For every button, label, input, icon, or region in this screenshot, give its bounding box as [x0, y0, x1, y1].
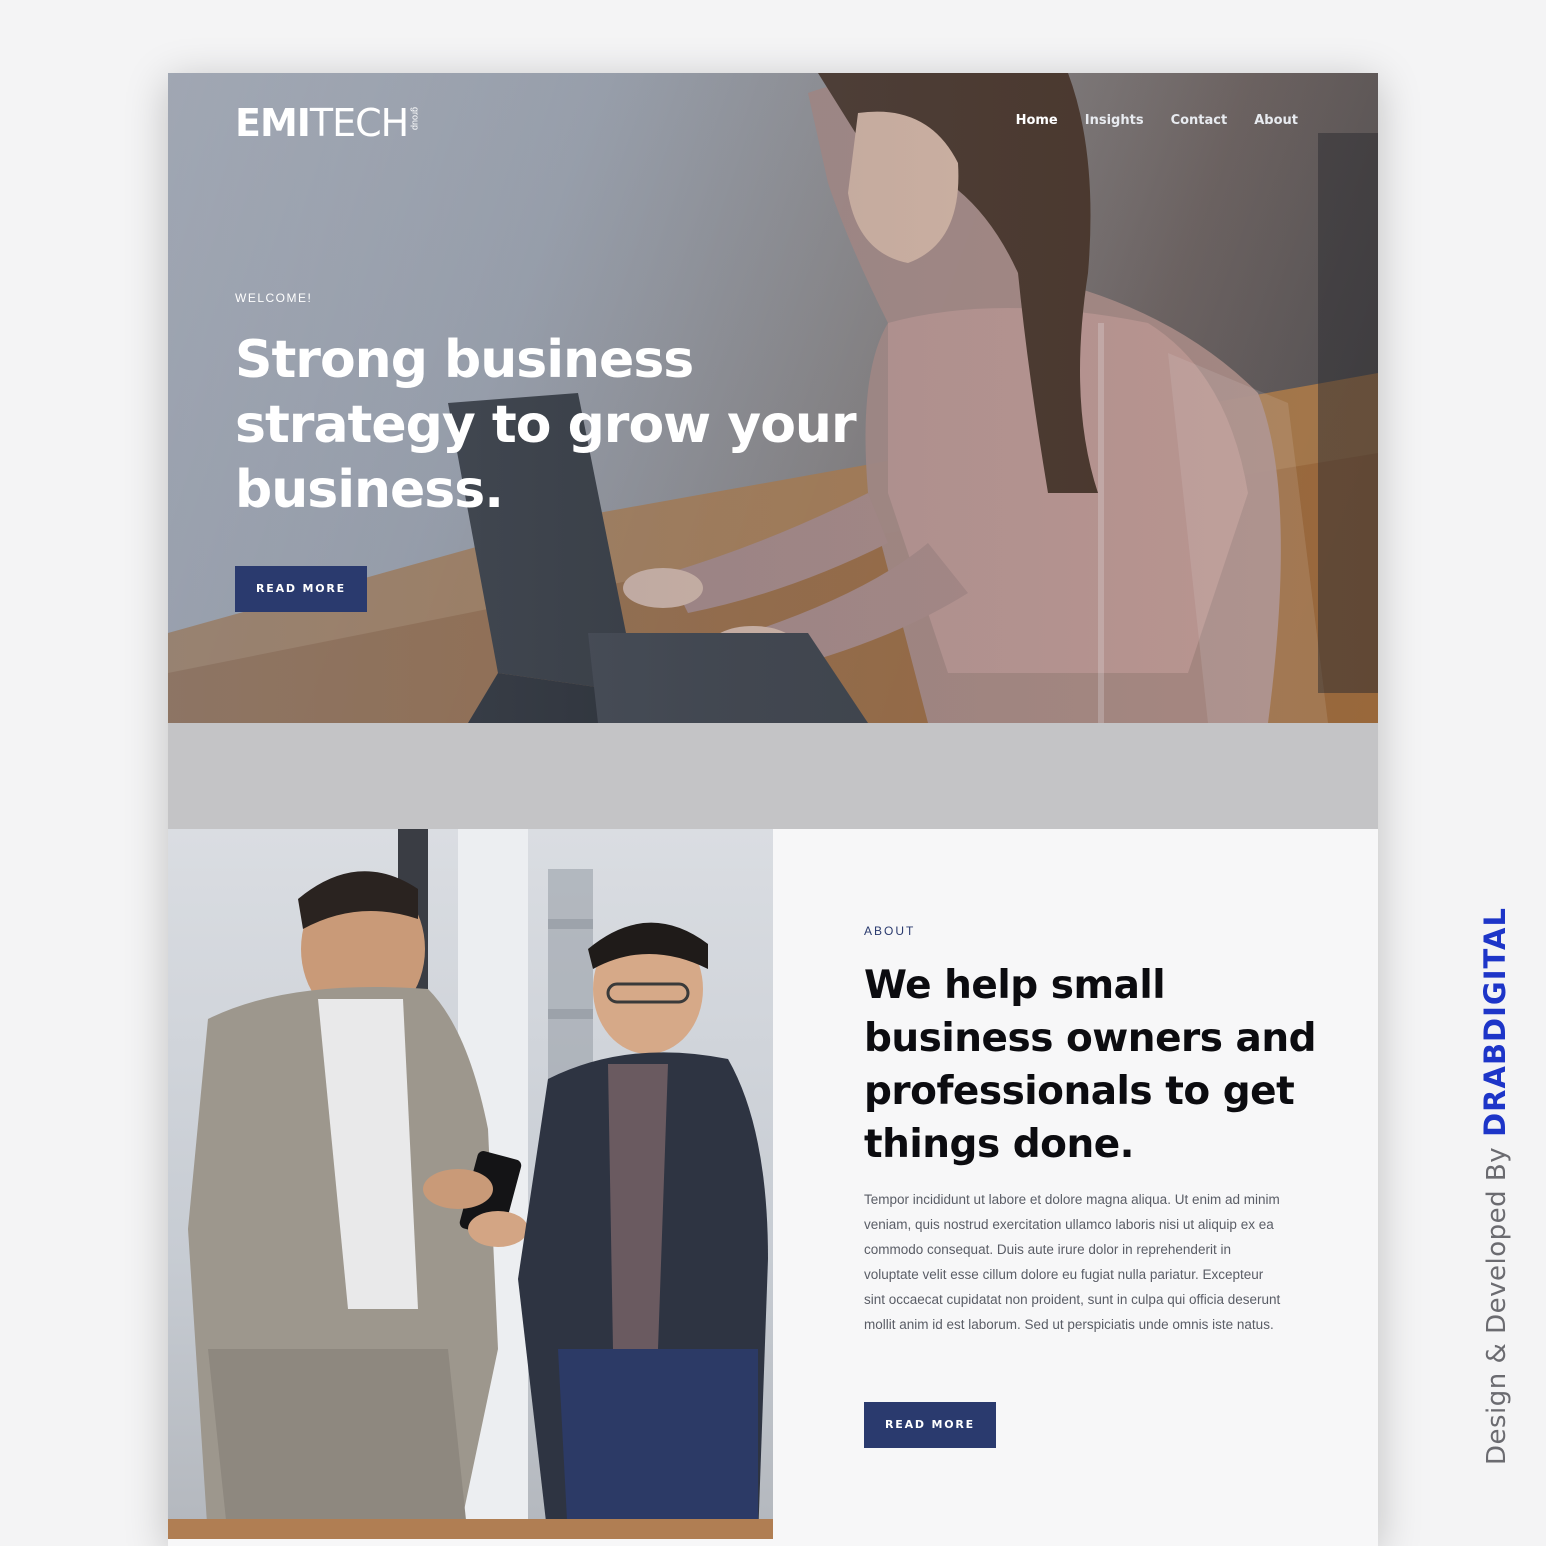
nav-about[interactable]: About [1254, 113, 1298, 128]
website-mockup: EMITECH group Home Insights Contact Abou… [168, 73, 1378, 1546]
nav-home[interactable]: Home [1016, 113, 1058, 128]
hero-title: Strong business strategy to grow your bu… [235, 330, 857, 520]
main-nav: Home Insights Contact About [1016, 113, 1298, 128]
designer-credit: Design & Developed By DRABDIGITAL [1478, 907, 1512, 1465]
about-body-text: Tempor incididunt ut labore et dolore ma… [864, 1192, 1281, 1332]
about-eyebrow: ABOUT [864, 924, 916, 938]
logo-light-text: TECH [309, 101, 409, 145]
nav-insights[interactable]: Insights [1085, 113, 1144, 128]
logo-wordmark: EMITECH [235, 101, 409, 145]
credit-label: Design & Developed By [1482, 1146, 1512, 1465]
nav-contact[interactable]: Contact [1171, 113, 1228, 128]
hero-read-more-button[interactable]: READ MORE [235, 566, 367, 612]
hero-section: EMITECH group Home Insights Contact Abou… [168, 73, 1378, 723]
logo-bold-text: EMI [235, 101, 311, 145]
about-read-more-button[interactable]: READ MORE [864, 1402, 996, 1448]
about-image [168, 829, 773, 1539]
divider-band [168, 723, 1378, 829]
about-title: We help small business owners and profes… [864, 963, 1317, 1167]
hero-eyebrow: WELCOME! [235, 291, 313, 305]
logo[interactable]: EMITECH group [235, 103, 420, 143]
about-section: ABOUT We help small business owners and … [773, 829, 1378, 1539]
credit-brand: DRABDIGITAL [1478, 907, 1512, 1137]
logo-subtext: group [410, 107, 421, 131]
about-photo [168, 829, 773, 1539]
